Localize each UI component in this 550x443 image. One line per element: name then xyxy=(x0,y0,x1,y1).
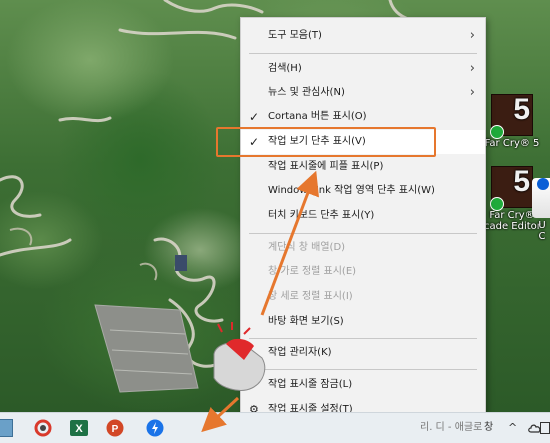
powerpoint-icon: P xyxy=(106,419,124,437)
menu-item-label: Windows Ink 작업 영역 단추 표시(W) xyxy=(268,185,435,196)
menu-item-label: 터치 키보드 단추 표시(Y) xyxy=(268,210,375,221)
svg-text:P: P xyxy=(112,424,119,435)
chevron-right-icon: › xyxy=(469,61,475,76)
taskbar-app-excel[interactable]: X xyxy=(68,417,90,439)
menu-item-toolbars[interactable]: 도구 모음(T) › xyxy=(241,24,485,48)
menu-item-label: 바탕 화면 보기(S) xyxy=(268,316,344,327)
parking-lot xyxy=(94,304,199,393)
shortcut-check-icon xyxy=(490,125,504,139)
chevron-right-icon: › xyxy=(469,85,475,100)
menu-item-lock-taskbar[interactable]: 작업 표시줄 잠금(L) xyxy=(241,373,485,397)
taskbar-app-powerpoint[interactable]: P xyxy=(104,417,126,439)
menu-item-label: 도구 모음(T) xyxy=(268,30,322,41)
menu-item-task-manager[interactable]: 작업 관리자(K) xyxy=(241,341,485,365)
menu-item-label: 뉴스 및 관심사(N) xyxy=(268,87,345,98)
farcry5-icon: 5 xyxy=(490,93,533,139)
menu-separator xyxy=(249,369,477,370)
excel-icon: X xyxy=(70,420,88,436)
menu-item-label: Cortana 버튼 표시(O) xyxy=(268,111,367,122)
app-icon xyxy=(0,419,13,437)
desktop-icon-label: Far Cry® 5 xyxy=(484,138,540,149)
menu-item-people[interactable]: 작업 표시줄에 피플 표시(P) xyxy=(241,155,485,179)
checkmark-icon: ✓ xyxy=(249,110,260,124)
menu-item-label: 창 가로 정렬 표시(E) xyxy=(268,266,357,277)
menu-separator xyxy=(249,338,477,339)
menu-item-label: 검색(H) xyxy=(268,63,302,74)
recovery-app-icon xyxy=(34,419,52,437)
menu-item-search[interactable]: 검색(H) › xyxy=(241,57,485,81)
menu-item-label: 계단식 창 배열(D) xyxy=(268,242,346,253)
lightning-app-icon xyxy=(146,419,164,437)
menu-item-cortana-button[interactable]: ✓ Cortana 버튼 표시(O) xyxy=(241,105,485,129)
taskbar-context-menu: 도구 모음(T) › 검색(H) › 뉴스 및 관심사(N) › ✓ Corta… xyxy=(240,17,486,431)
taskbar[interactable]: X P 리. 디 - 애글로 창 ^ xyxy=(0,412,550,443)
taskbar-app-partial[interactable] xyxy=(0,417,16,439)
tray-overflow-chevron-icon[interactable]: ^ xyxy=(508,413,517,443)
menu-item-label: 작업 표시줄 잠금(L) xyxy=(268,379,353,390)
menu-separator xyxy=(249,53,477,54)
desktop-icon-label: C xyxy=(538,231,546,242)
tray-icon xyxy=(540,422,550,434)
desktop-icon-farcry5[interactable]: 5 Far Cry® 5 xyxy=(484,93,540,149)
building xyxy=(175,255,187,271)
menu-item-touch-keyboard[interactable]: 터치 키보드 단추 표시(Y) xyxy=(241,204,485,228)
menu-item-side-by-side: 창 세로 정렬 표시(I) xyxy=(241,285,485,309)
svg-text:X: X xyxy=(75,423,83,435)
menu-item-windows-ink[interactable]: Windows Ink 작업 영역 단추 표시(W) xyxy=(241,179,485,203)
menu-item-label: 창 세로 정렬 표시(I) xyxy=(268,291,353,302)
desktop-icon-partial[interactable]: U C xyxy=(532,166,550,242)
menu-item-show-desktop[interactable]: 바탕 화면 보기(S) xyxy=(241,310,485,334)
tray-icon-partial[interactable] xyxy=(540,417,550,439)
chevron-right-icon: › xyxy=(469,28,475,43)
menu-item-label: 작업 관리자(K) xyxy=(268,347,332,358)
menu-item-cascade: 계단식 창 배열(D) xyxy=(241,236,485,260)
menu-item-stacked: 창 가로 정렬 표시(E) xyxy=(241,260,485,284)
taskbar-app-recovery[interactable] xyxy=(32,417,54,439)
app-icon xyxy=(532,178,550,218)
desktop-icon-label: U xyxy=(538,220,546,231)
menu-item-label: 작업 표시줄에 피플 표시(P) xyxy=(268,161,384,172)
taskbar-app-blue[interactable] xyxy=(144,417,166,439)
shortcut-check-icon xyxy=(490,197,504,211)
menu-item-news-interests[interactable]: 뉴스 및 관심사(N) › xyxy=(241,81,485,105)
annotation-highlight-box xyxy=(216,127,436,157)
menu-separator xyxy=(249,233,477,234)
tray-partial-text: 리. 디 - 애글로 xyxy=(420,422,483,433)
tray-label: 창 xyxy=(484,422,494,433)
farcry5-arcade-icon: 5 xyxy=(490,165,533,211)
